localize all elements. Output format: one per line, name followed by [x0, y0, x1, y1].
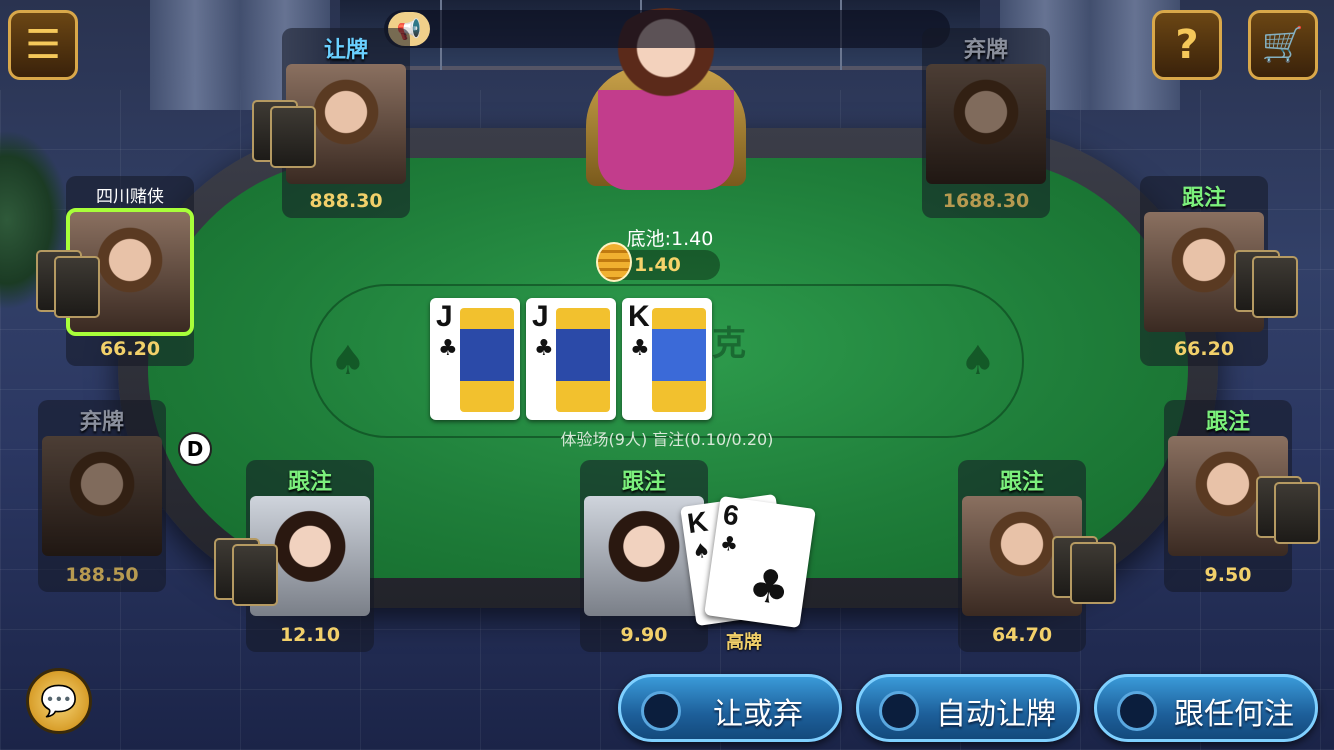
- player-status: 弃牌: [79, 410, 124, 435]
- call-any-button[interactable]: 跟任何注: [1094, 674, 1318, 742]
- menu-button[interactable]: ☰: [8, 10, 78, 80]
- pot-value: 1.40: [634, 254, 681, 276]
- announcement-bar: [384, 10, 950, 48]
- player-chips: 9.90: [620, 624, 668, 646]
- menu-icon: ☰: [25, 22, 61, 68]
- felt-spade-icon: ♠: [960, 338, 996, 384]
- player-chips: 888.30: [309, 190, 383, 212]
- avatar: [926, 64, 1046, 184]
- player-hole-cards: [1234, 250, 1304, 320]
- player-chips: 1688.30: [942, 190, 1030, 212]
- radio-icon: [641, 691, 681, 731]
- player-status: 跟注: [999, 470, 1044, 495]
- player-chips: 66.20: [1173, 338, 1235, 360]
- player-status: 弃牌: [963, 38, 1008, 63]
- table-info: 体验场(9人) 盲注(0.10/0.20): [560, 430, 774, 449]
- player-seat[interactable]: 弃牌 188.50: [38, 400, 166, 592]
- player-chips: 66.20: [99, 338, 161, 360]
- shop-button[interactable]: 🛒: [1248, 10, 1318, 80]
- player-hole-cards: [1256, 476, 1326, 546]
- help-icon: ?: [1175, 22, 1199, 68]
- player-hole-cards: [252, 100, 322, 170]
- dealer-button: D: [178, 432, 212, 466]
- felt-spade-icon: ♠: [330, 338, 366, 384]
- player-status: 跟注: [287, 470, 332, 495]
- player-status: 跟注: [1181, 186, 1226, 211]
- player-status: 跟注: [1205, 410, 1250, 435]
- player-hole-cards: [1052, 536, 1122, 606]
- player-status: 跟注: [621, 470, 666, 495]
- chip-stack-icon: [596, 242, 632, 282]
- player-name: 四川赌侠: [96, 187, 164, 207]
- help-button[interactable]: ?: [1152, 10, 1222, 80]
- radio-icon: [879, 691, 919, 731]
- community-card: K ♣: [622, 298, 712, 420]
- player-status: 让牌: [323, 38, 368, 63]
- player-seat[interactable]: 弃牌 1688.30: [922, 28, 1050, 218]
- player-chips: 12.10: [279, 624, 341, 646]
- avatar: [42, 436, 162, 556]
- my-hole-card: 6 ♣ ♣: [704, 495, 816, 629]
- player-chips: 188.50: [65, 564, 139, 586]
- community-card: J ♣: [430, 298, 520, 420]
- check-or-fold-button[interactable]: 让或弃: [618, 674, 842, 742]
- community-card: J ♣: [526, 298, 616, 420]
- chat-bubble-icon: 💬: [40, 683, 78, 719]
- player-hole-cards: [214, 538, 284, 608]
- felt-logo: 克: [712, 324, 746, 364]
- cart-plus-icon: 🛒: [1261, 25, 1305, 65]
- radio-icon: [1117, 691, 1157, 731]
- hand-rank-label: 高牌: [726, 632, 762, 653]
- player-hole-cards: [36, 250, 106, 320]
- chat-button[interactable]: 💬: [26, 668, 92, 734]
- auto-check-button[interactable]: 自动让牌: [856, 674, 1080, 742]
- player-chips: 9.50: [1204, 564, 1252, 586]
- player-chips: 64.70: [991, 624, 1053, 646]
